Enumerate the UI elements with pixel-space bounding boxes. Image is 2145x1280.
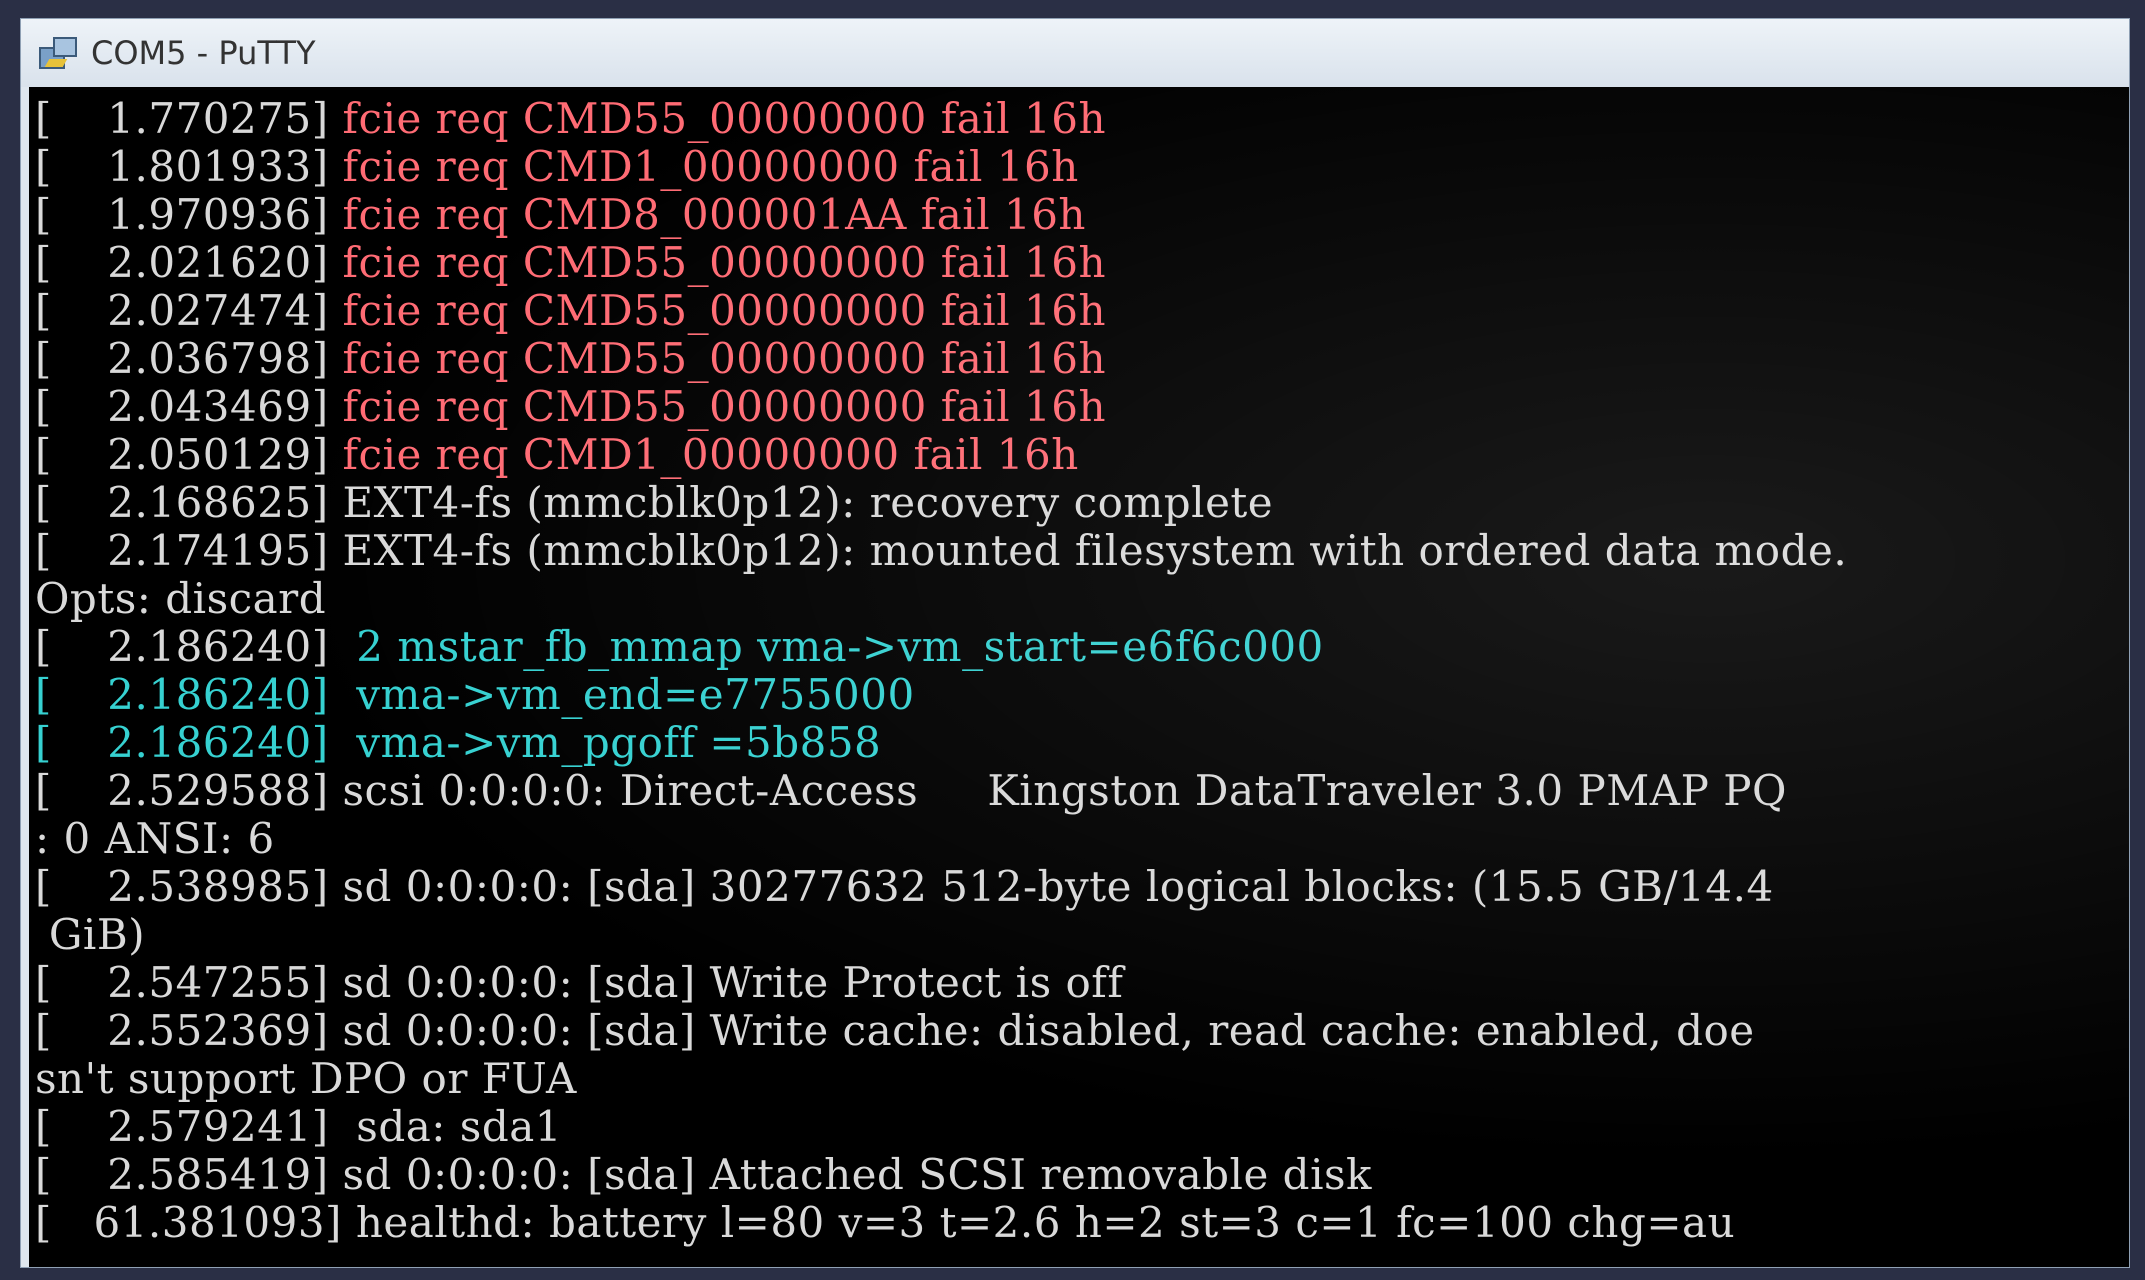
log-message: fcie req CMD8_000001AA fail 16h <box>342 190 1086 239</box>
timestamp: [ 61.381093] <box>35 1198 356 1247</box>
log-message: sd 0:0:0:0: [sda] Write Protect is off <box>342 958 1124 1007</box>
terminal-line: [ 2.552369] sd 0:0:0:0: [sda] Write cach… <box>35 1007 2129 1055</box>
log-message: healthd: battery l=80 v=3 t=2.6 h=2 st=3… <box>355 1198 1736 1247</box>
log-message: fcie req CMD55_00000000 fail 16h <box>342 94 1106 143</box>
terminal-output[interactable]: [ 1.770275] fcie req CMD55_00000000 fail… <box>29 87 2129 1267</box>
putty-window: COM5 - PuTTY [ 1.770275] fcie req CMD55_… <box>20 18 2130 1268</box>
timestamp: [ 2.021620] <box>35 238 343 287</box>
timestamp: [ 2.168625] <box>35 478 343 527</box>
terminal-line: : 0 ANSI: 6 <box>35 815 2129 863</box>
log-message: sda: sda1 <box>342 1102 562 1151</box>
log-message: sd 0:0:0:0: [sda] 30277632 512-byte logi… <box>342 862 1774 911</box>
timestamp: [ 2.547255] <box>35 958 343 1007</box>
log-message: EXT4-fs (mmcblk0p12): recovery complete <box>342 478 1274 527</box>
timestamp: [ 1.801933] <box>35 142 343 191</box>
terminal-line: [ 2.168625] EXT4-fs (mmcblk0p12): recove… <box>35 479 2129 527</box>
timestamp: [ 2.186240] <box>35 718 343 767</box>
terminal-line: [ 2.585419] sd 0:0:0:0: [sda] Attached S… <box>35 1151 2129 1199</box>
window-title: COM5 - PuTTY <box>91 34 316 72</box>
terminal-line: [ 2.538985] sd 0:0:0:0: [sda] 30277632 5… <box>35 863 2129 911</box>
terminal-line: [ 61.381093] healthd: battery l=80 v=3 t… <box>35 1199 2129 1247</box>
terminal-line: [ 1.770275] fcie req CMD55_00000000 fail… <box>35 95 2129 143</box>
timestamp: [ 2.529588] <box>35 766 343 815</box>
log-message: sn't support DPO or FUA <box>35 1054 577 1103</box>
log-message: fcie req CMD55_00000000 fail 16h <box>342 238 1106 287</box>
terminal-line: [ 2.186240] vma->vm_pgoff =5b858 <box>35 719 2129 767</box>
terminal-line: [ 1.801933] fcie req CMD1_00000000 fail … <box>35 143 2129 191</box>
log-message: fcie req CMD55_00000000 fail 16h <box>342 382 1106 431</box>
log-message: EXT4-fs (mmcblk0p12): mounted filesystem… <box>342 526 1848 575</box>
timestamp: [ 2.043469] <box>35 382 343 431</box>
timestamp: [ 2.538985] <box>35 862 343 911</box>
terminal-line: [ 2.036798] fcie req CMD55_00000000 fail… <box>35 335 2129 383</box>
log-message: 2 mstar_fb_mmap vma->vm_start=e6f6c000 <box>342 622 1324 671</box>
terminal-line: [ 2.050129] fcie req CMD1_00000000 fail … <box>35 431 2129 479</box>
terminal-line: [ 2.579241] sda: sda1 <box>35 1103 2129 1151</box>
log-message: vma->vm_end=e7755000 <box>342 670 915 719</box>
log-message: vma->vm_pgoff =5b858 <box>342 718 882 767</box>
terminal-line: [ 2.043469] fcie req CMD55_00000000 fail… <box>35 383 2129 431</box>
log-message: fcie req CMD1_00000000 fail 16h <box>342 430 1079 479</box>
timestamp: [ 2.186240] <box>35 670 343 719</box>
terminal-line: [ 2.186240] vma->vm_end=e7755000 <box>35 671 2129 719</box>
terminal-line: [ 1.970936] fcie req CMD8_000001AA fail … <box>35 191 2129 239</box>
putty-app-icon[interactable] <box>37 33 77 73</box>
timestamp: [ 2.174195] <box>35 526 343 575</box>
log-message: sd 0:0:0:0: [sda] Write cache: disabled,… <box>342 1006 1755 1055</box>
terminal-line: [ 2.021620] fcie req CMD55_00000000 fail… <box>35 239 2129 287</box>
timestamp: [ 2.027474] <box>35 286 343 335</box>
log-message: fcie req CMD55_00000000 fail 16h <box>342 286 1106 335</box>
log-message: fcie req CMD55_00000000 fail 16h <box>342 334 1106 383</box>
timestamp: [ 1.970936] <box>35 190 343 239</box>
log-message: : 0 ANSI: 6 <box>35 814 275 863</box>
timestamp: [ 2.036798] <box>35 334 343 383</box>
log-message: GiB) <box>35 910 146 959</box>
timestamp: [ 2.579241] <box>35 1102 343 1151</box>
terminal-line: Opts: discard <box>35 575 2129 623</box>
timestamp: [ 2.186240] <box>35 622 343 671</box>
timestamp: [ 2.552369] <box>35 1006 343 1055</box>
timestamp: [ 1.770275] <box>35 94 343 143</box>
terminal-line: sn't support DPO or FUA <box>35 1055 2129 1103</box>
terminal-line: [ 2.186240] 2 mstar_fb_mmap vma->vm_star… <box>35 623 2129 671</box>
timestamp: [ 2.585419] <box>35 1150 343 1199</box>
terminal-line: [ 2.174195] EXT4-fs (mmcblk0p12): mounte… <box>35 527 2129 575</box>
log-message: sd 0:0:0:0: [sda] Attached SCSI removabl… <box>342 1150 1373 1199</box>
log-message: fcie req CMD1_00000000 fail 16h <box>342 142 1079 191</box>
terminal-line: GiB) <box>35 911 2129 959</box>
log-message: scsi 0:0:0:0: Direct-Access Kingston Dat… <box>342 766 1787 815</box>
terminal-line: [ 2.027474] fcie req CMD55_00000000 fail… <box>35 287 2129 335</box>
title-bar[interactable]: COM5 - PuTTY <box>21 19 2129 87</box>
terminal-line: [ 2.529588] scsi 0:0:0:0: Direct-Access … <box>35 767 2129 815</box>
timestamp: [ 2.050129] <box>35 430 343 479</box>
log-message: Opts: discard <box>35 574 327 623</box>
terminal-line: [ 2.547255] sd 0:0:0:0: [sda] Write Prot… <box>35 959 2129 1007</box>
